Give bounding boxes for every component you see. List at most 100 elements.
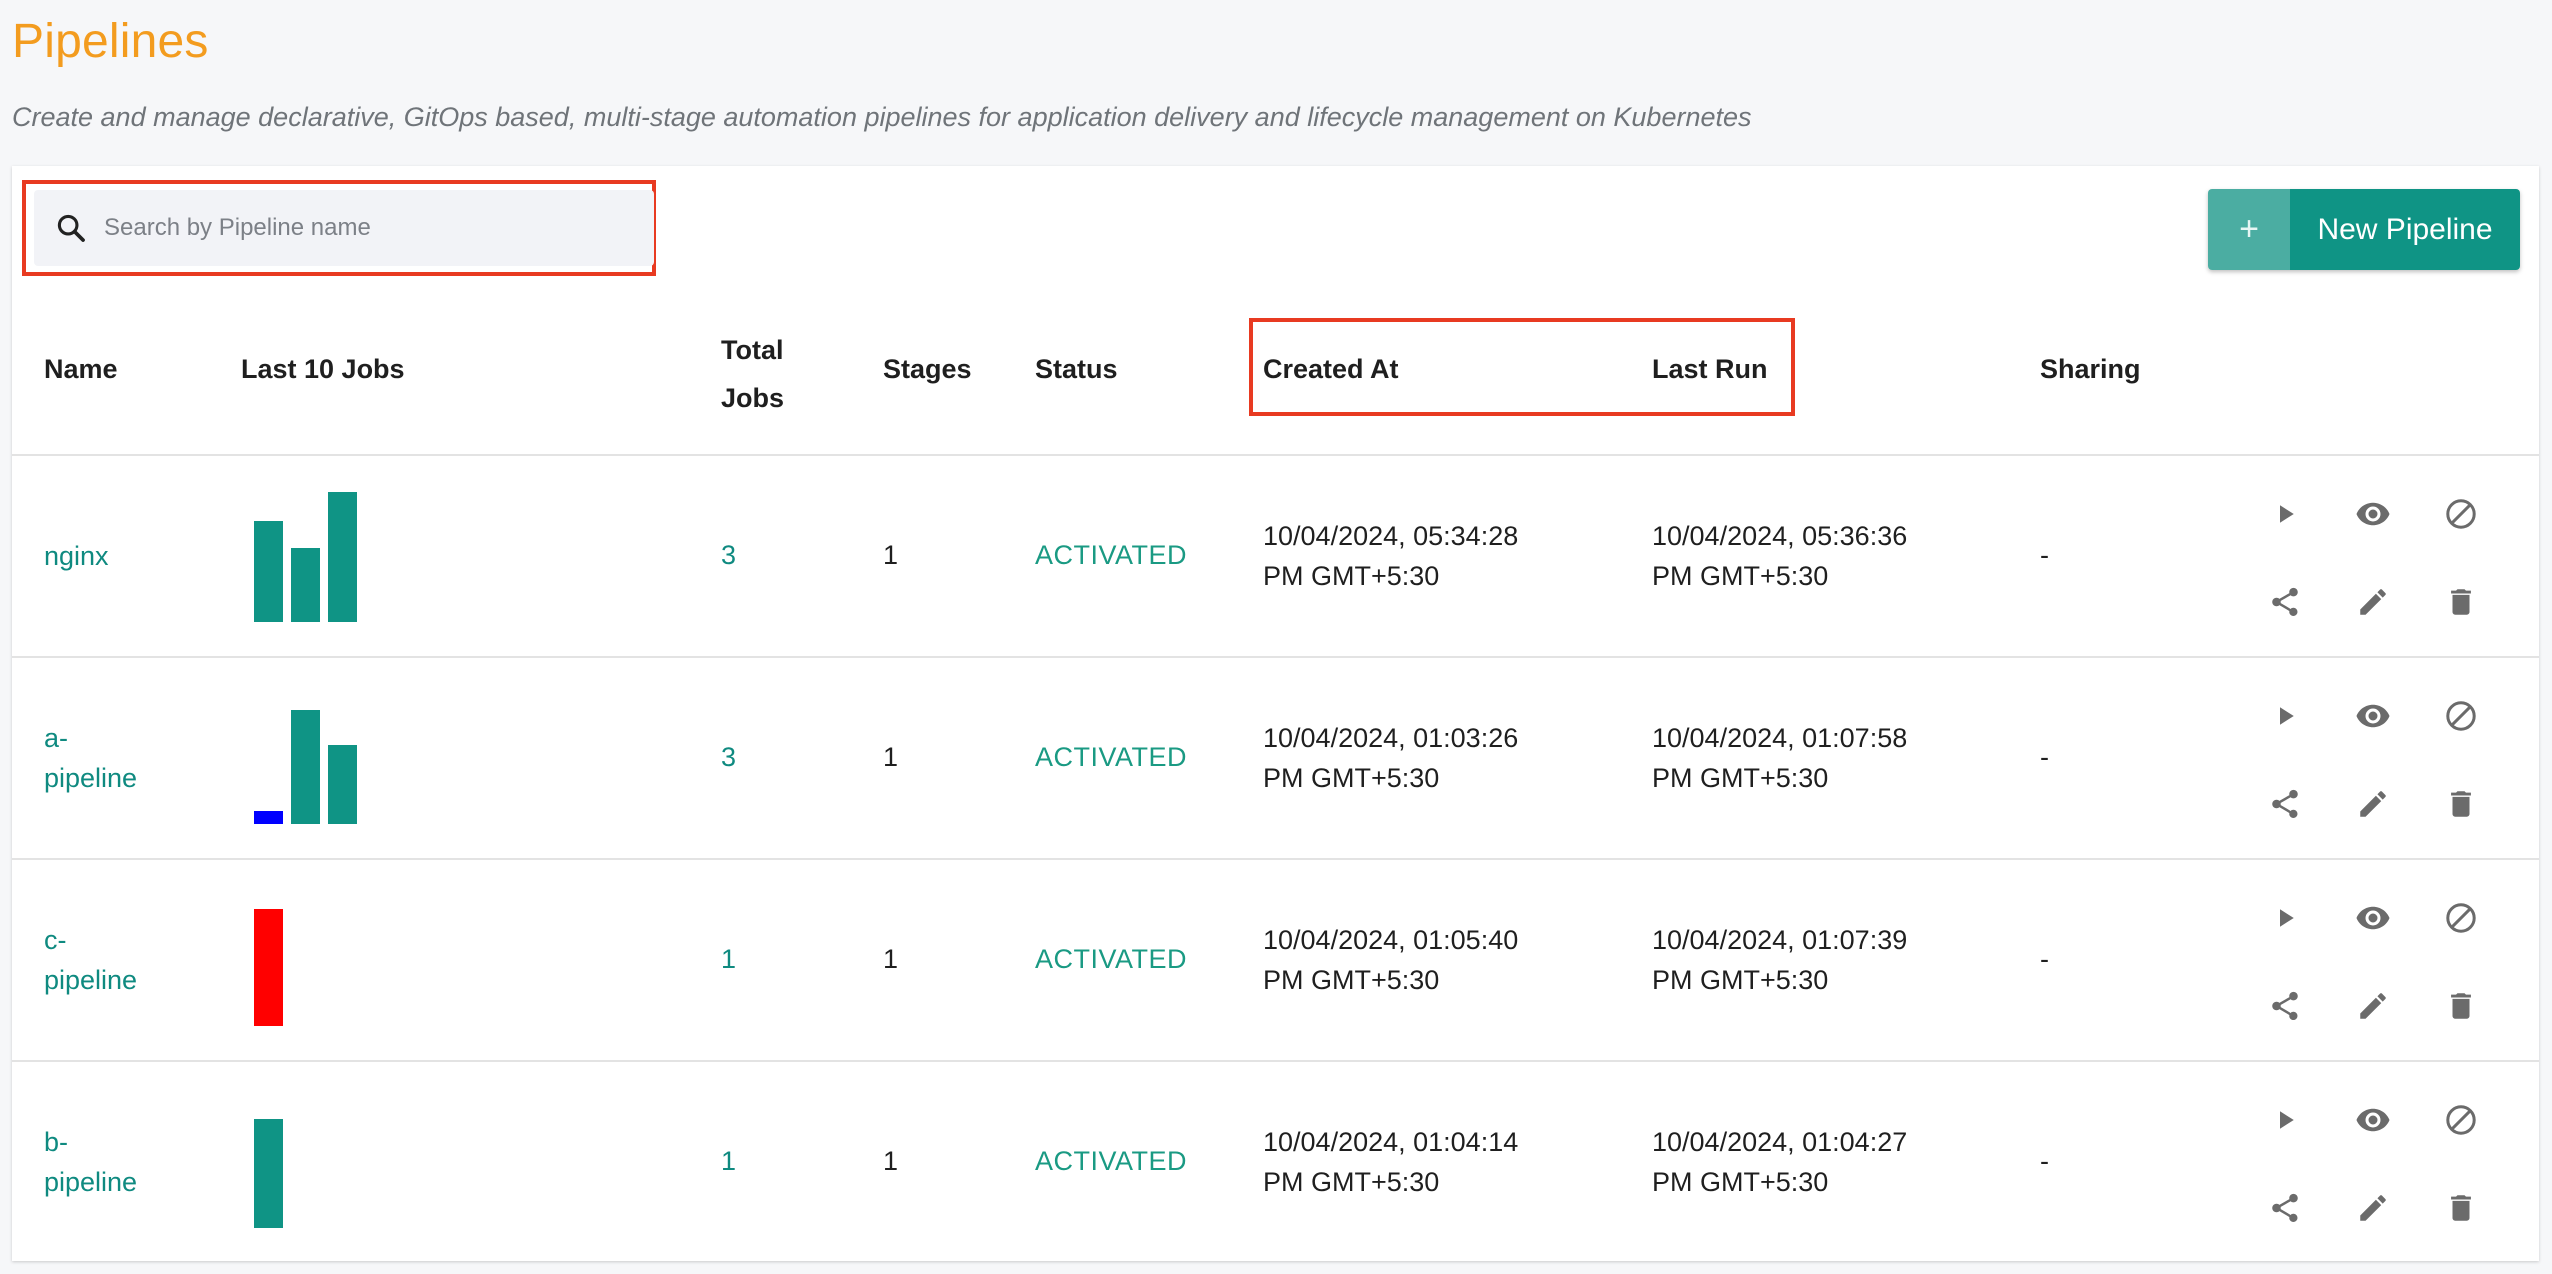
last-run-date: 10/04/2024, 05:36:36 bbox=[1652, 521, 1908, 551]
pipeline-name-link[interactable]: a-pipeline bbox=[44, 718, 137, 798]
play-icon[interactable] bbox=[2265, 494, 2305, 534]
total-jobs-link[interactable]: 1 bbox=[721, 944, 736, 975]
last-run-time: PM GMT+5:30 bbox=[1652, 1167, 1829, 1197]
page-title: Pipelines bbox=[12, 15, 209, 68]
eye-icon[interactable] bbox=[2353, 1100, 2393, 1140]
eye-icon[interactable] bbox=[2353, 898, 2393, 938]
delete-icon[interactable] bbox=[2441, 784, 2481, 824]
created-at-value: 10/04/2024, 05:34:28 PM GMT+5:30 bbox=[1263, 516, 1518, 596]
last-jobs-bar-chart bbox=[254, 492, 374, 622]
job-bar-failed[interactable] bbox=[254, 909, 283, 1026]
created-at-time: PM GMT+5:30 bbox=[1263, 561, 1440, 591]
edit-icon[interactable] bbox=[2353, 784, 2393, 824]
pipeline-name-line1: a- bbox=[44, 723, 69, 753]
share-icon[interactable] bbox=[2265, 986, 2305, 1026]
last-run-date: 10/04/2024, 01:07:58 bbox=[1652, 723, 1908, 753]
pipeline-name-line2: pipeline bbox=[44, 965, 138, 995]
job-bar-success[interactable] bbox=[328, 745, 357, 824]
job-bar-running[interactable] bbox=[254, 811, 283, 824]
job-bar-success[interactable] bbox=[254, 1119, 283, 1228]
created-at-date: 10/04/2024, 01:03:26 bbox=[1263, 723, 1519, 753]
play-icon[interactable] bbox=[2265, 898, 2305, 938]
edit-icon[interactable] bbox=[2353, 986, 2393, 1026]
created-at-date: 10/04/2024, 01:04:14 bbox=[1263, 1127, 1519, 1157]
created-at-time: PM GMT+5:30 bbox=[1263, 1167, 1440, 1197]
created-at-date: 10/04/2024, 01:05:40 bbox=[1263, 925, 1519, 955]
last-jobs-bar-chart bbox=[254, 896, 374, 1026]
eye-icon[interactable] bbox=[2353, 494, 2393, 534]
pipeline-name-link[interactable]: nginx bbox=[44, 536, 109, 576]
pipeline-name-line1: c- bbox=[44, 925, 67, 955]
sharing-value: - bbox=[2040, 540, 2049, 570]
stages-count: 1 bbox=[883, 742, 899, 772]
last-jobs-bar-chart bbox=[254, 1098, 374, 1228]
last-run-value: 10/04/2024, 01:07:39 PM GMT+5:30 bbox=[1652, 920, 1907, 1000]
last-run-value: 10/04/2024, 01:04:27 PM GMT+5:30 bbox=[1652, 1122, 1907, 1202]
block-icon[interactable] bbox=[2441, 898, 2481, 938]
created-at-value: 10/04/2024, 01:04:14 PM GMT+5:30 bbox=[1263, 1122, 1518, 1202]
total-jobs-link[interactable]: 3 bbox=[721, 540, 736, 571]
stages-count: 1 bbox=[883, 1146, 899, 1176]
eye-icon[interactable] bbox=[2353, 696, 2393, 736]
last-jobs-bar-chart bbox=[254, 694, 374, 824]
job-bar-success[interactable] bbox=[328, 492, 357, 622]
table-row: a-pipeline 3 1 ACTIVATED 10/04/2024, 01:03:2… bbox=[12, 658, 2539, 858]
pipelines-card: + New Pipeline Name Last 10 Jobs Total J… bbox=[12, 166, 2539, 1261]
job-bar-success[interactable] bbox=[291, 548, 320, 622]
search-input[interactable] bbox=[102, 213, 626, 243]
status-text: ACTIVATED bbox=[1035, 1146, 1188, 1176]
search-bar[interactable] bbox=[34, 190, 654, 266]
job-bar-success[interactable] bbox=[254, 521, 283, 622]
pipeline-name-line2: pipeline bbox=[44, 763, 138, 793]
created-at-date: 10/04/2024, 05:34:28 bbox=[1263, 521, 1519, 551]
created-at-value: 10/04/2024, 01:03:26 PM GMT+5:30 bbox=[1263, 718, 1518, 798]
play-icon[interactable] bbox=[2265, 696, 2305, 736]
total-jobs-link[interactable]: 1 bbox=[721, 1146, 736, 1177]
pipeline-name-link[interactable]: b-pipeline bbox=[44, 1122, 137, 1202]
column-header-stages: Stages bbox=[883, 354, 972, 384]
plus-icon: + bbox=[2208, 189, 2290, 270]
delete-icon[interactable] bbox=[2441, 986, 2481, 1026]
column-header-name[interactable]: Name bbox=[44, 354, 118, 385]
status-text: ACTIVATED bbox=[1035, 742, 1188, 772]
pipeline-name-line2: pipeline bbox=[44, 1167, 138, 1197]
last-run-time: PM GMT+5:30 bbox=[1652, 561, 1829, 591]
pipeline-name-line1: b- bbox=[44, 1127, 69, 1157]
share-icon[interactable] bbox=[2265, 784, 2305, 824]
date-columns-highlight-box bbox=[1249, 318, 1795, 416]
play-icon[interactable] bbox=[2265, 1100, 2305, 1140]
sharing-value: - bbox=[2040, 944, 2049, 974]
search-icon bbox=[57, 214, 85, 242]
page-subtitle: Create and manage declarative, GitOps ba… bbox=[12, 102, 1752, 132]
share-icon[interactable] bbox=[2265, 1188, 2305, 1228]
new-pipeline-button[interactable]: + New Pipeline bbox=[2208, 189, 2520, 270]
delete-icon[interactable] bbox=[2441, 1188, 2481, 1228]
edit-icon[interactable] bbox=[2353, 1188, 2393, 1228]
pipeline-name-link[interactable]: c-pipeline bbox=[44, 920, 137, 1000]
last-run-value: 10/04/2024, 01:07:58 PM GMT+5:30 bbox=[1652, 718, 1907, 798]
last-run-date: 10/04/2024, 01:04:27 bbox=[1652, 1127, 1908, 1157]
column-header-sharing: Sharing bbox=[2040, 354, 2141, 384]
edit-icon[interactable] bbox=[2353, 582, 2393, 622]
last-run-time: PM GMT+5:30 bbox=[1652, 763, 1829, 793]
pipeline-name-line1: nginx bbox=[44, 541, 109, 571]
column-header-total-jobs: Total Jobs bbox=[721, 326, 784, 422]
block-icon[interactable] bbox=[2441, 1100, 2481, 1140]
column-header-status: Status bbox=[1035, 354, 1118, 384]
block-icon[interactable] bbox=[2441, 494, 2481, 534]
created-at-time: PM GMT+5:30 bbox=[1263, 763, 1440, 793]
column-header-total-jobs-line2: Jobs bbox=[721, 383, 785, 413]
delete-icon[interactable] bbox=[2441, 582, 2481, 622]
block-icon[interactable] bbox=[2441, 696, 2481, 736]
total-jobs-link[interactable]: 3 bbox=[721, 742, 736, 773]
column-header-total-jobs-line1: Total bbox=[721, 335, 784, 365]
job-bar-success[interactable] bbox=[291, 710, 320, 824]
status-text: ACTIVATED bbox=[1035, 944, 1188, 974]
sharing-value: - bbox=[2040, 742, 2049, 772]
sharing-value: - bbox=[2040, 1146, 2049, 1176]
table-row: c-pipeline 1 1 ACTIVATED 10/04/2024, 01:05:4… bbox=[12, 860, 2539, 1060]
share-icon[interactable] bbox=[2265, 582, 2305, 622]
stages-count: 1 bbox=[883, 944, 899, 974]
last-run-value: 10/04/2024, 05:36:36 PM GMT+5:30 bbox=[1652, 516, 1907, 596]
status-text: ACTIVATED bbox=[1035, 540, 1188, 570]
